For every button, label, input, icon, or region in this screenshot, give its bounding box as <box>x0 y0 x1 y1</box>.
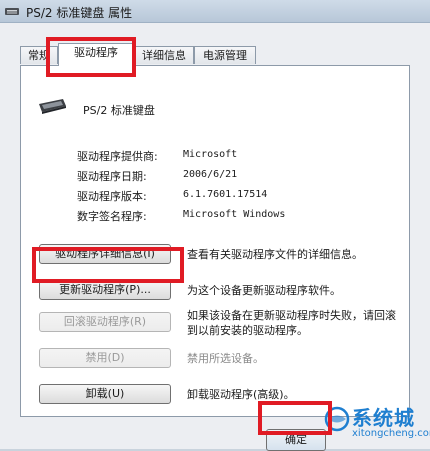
uninstall-button[interactable]: 卸载(U) <box>39 384 171 404</box>
highlight-tab-driver <box>46 37 136 77</box>
version-label: 驱动程序版本: <box>77 190 147 203</box>
keyboard-icon <box>5 8 19 15</box>
roll-back-driver-description: 如果该设备在更新驱动程序时失败，请回滚到以前安装的驱动程序。 <box>187 309 396 337</box>
provider-label: 驱动程序提供商: <box>77 150 158 163</box>
update-driver-description: 为这个设备更新驱动程序软件。 <box>187 284 341 297</box>
watermark-url: xitongcheng.com <box>352 428 430 439</box>
version-value: 6.1.7601.17514 <box>183 189 268 200</box>
roll-back-driver-button[interactable]: 回滚驱动程序(R) <box>39 312 171 332</box>
device-name: PS/2 标准键盘 <box>83 104 155 117</box>
signer-label: 数字签名程序: <box>77 210 147 223</box>
window-title: PS/2 标准键盘 属性 <box>26 6 133 20</box>
date-label: 驱动程序日期: <box>77 170 147 183</box>
title-bar[interactable]: PS/2 标准键盘 属性 <box>0 0 430 22</box>
highlight-ok <box>258 401 332 435</box>
signer-value: Microsoft Windows <box>183 209 286 220</box>
driver-tab-page: PS/2 标准键盘 驱动程序提供商: Microsoft 驱动程序日期: 200… <box>20 65 410 417</box>
date-value: 2006/6/21 <box>183 169 238 180</box>
dialog-panel: 常规 驱动程序 详细信息 电源管理 PS/2 标准键盘 驱动程序提供商: Mic… <box>0 22 430 451</box>
disable-button[interactable]: 禁用(D) <box>39 348 171 368</box>
provider-value: Microsoft <box>183 149 238 160</box>
highlight-update-driver <box>32 247 184 283</box>
tab-power-management[interactable]: 电源管理 <box>194 46 256 64</box>
watermark-brand: 系统城 <box>352 406 415 430</box>
watermark: 系统城 xitongcheng.com <box>322 400 430 446</box>
tab-details[interactable]: 详细信息 <box>134 46 194 64</box>
update-driver-button[interactable]: 更新驱动程序(P)... <box>39 280 171 300</box>
driver-details-description: 查看有关驱动程序文件的详细信息。 <box>187 248 363 261</box>
disable-description: 禁用所选设备。 <box>187 352 264 365</box>
keyboard-icon <box>39 99 66 114</box>
